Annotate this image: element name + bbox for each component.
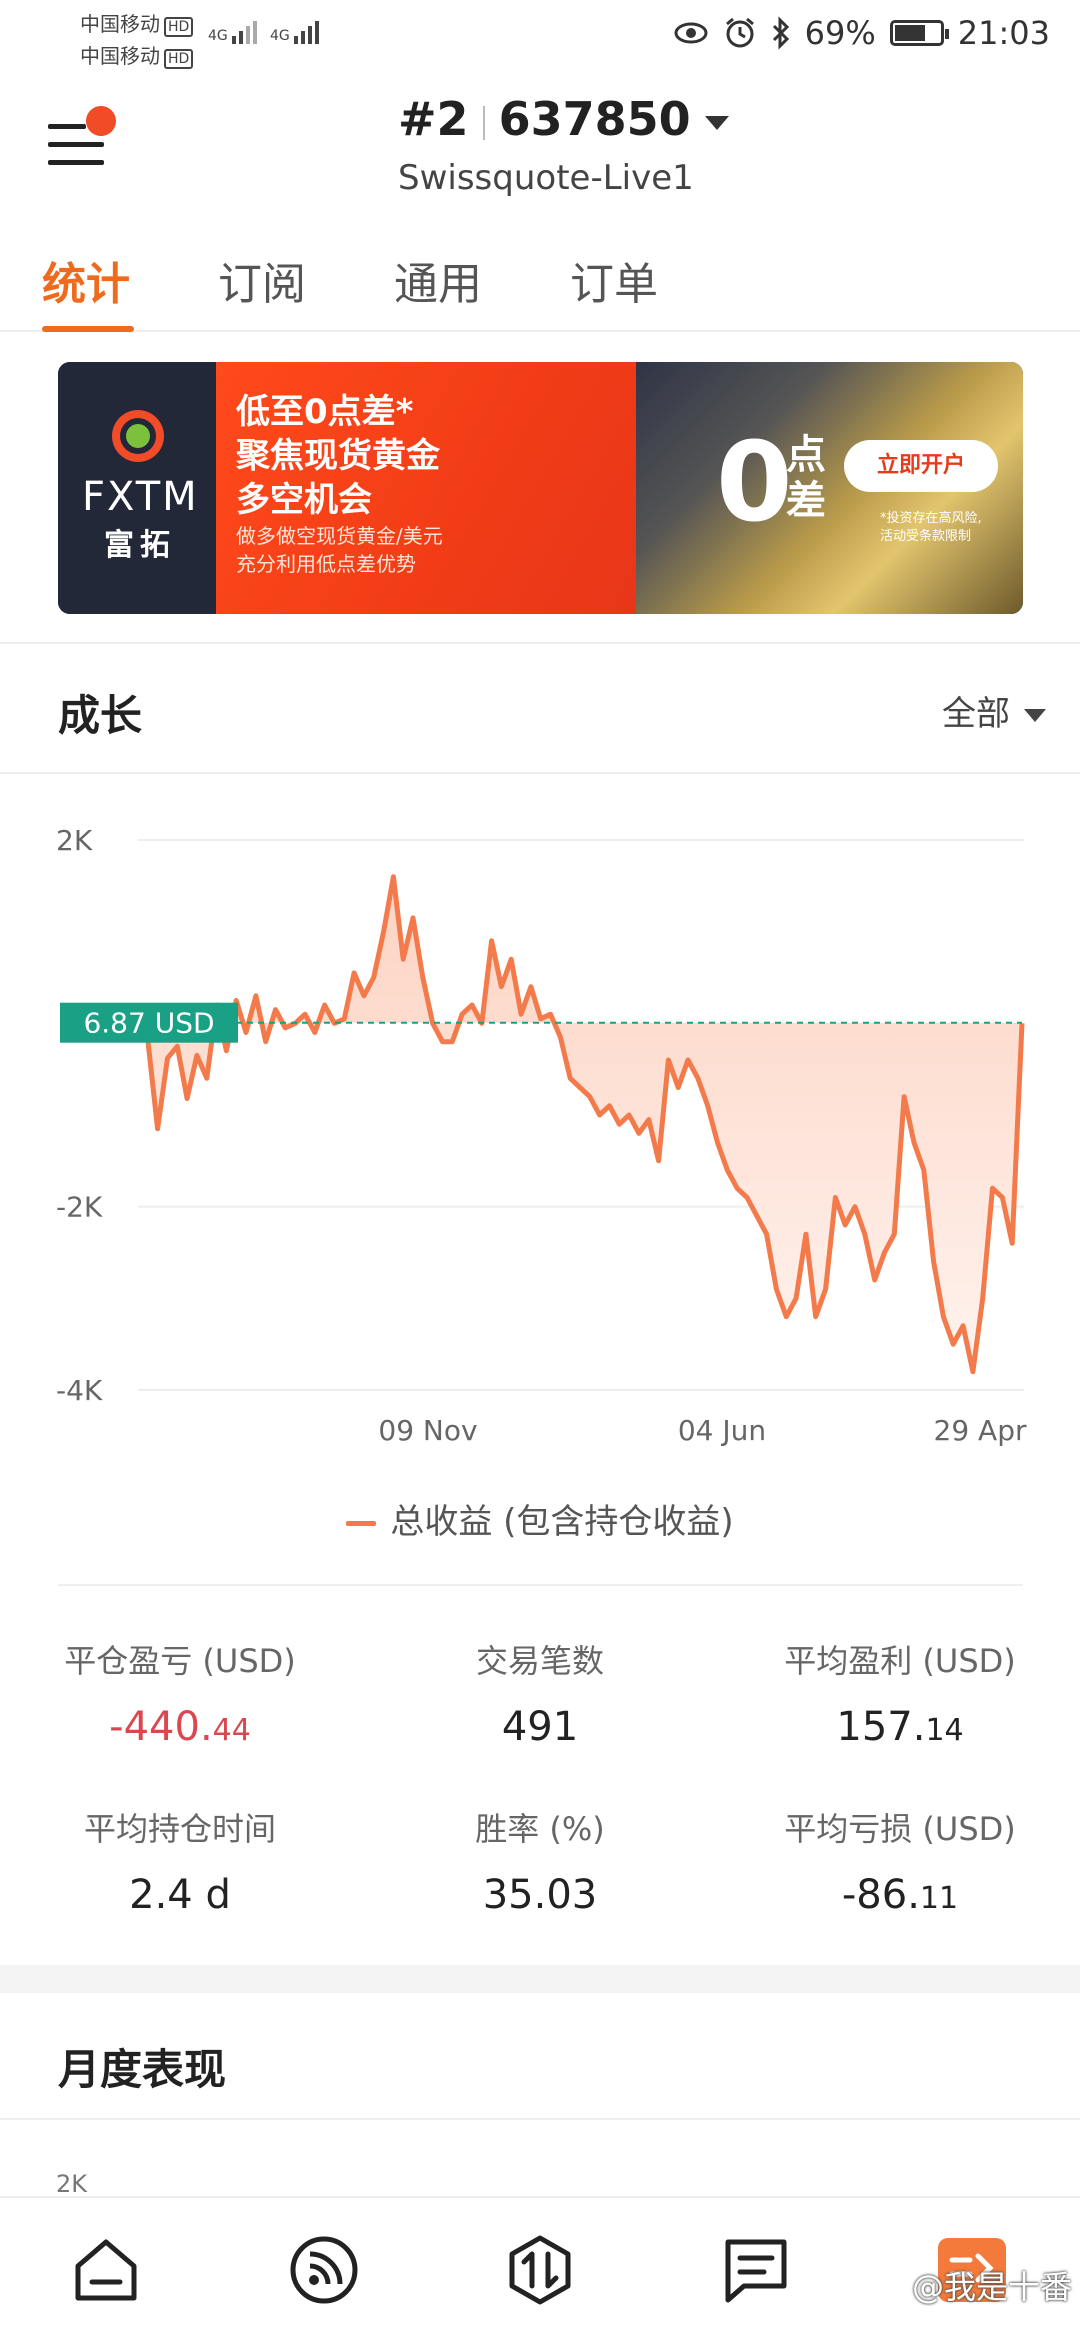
tab-bar: 统计 订阅 通用 订单: [0, 240, 1080, 332]
active-tab-indicator: [42, 326, 134, 332]
brand-name-cn: 富拓: [104, 528, 176, 563]
x-tick-label: 04 Jun: [678, 1414, 766, 1447]
y-tick-label: -2K: [56, 1191, 103, 1224]
news-icon: [725, 2239, 787, 2303]
stat-label: 交易笔数: [475, 1642, 604, 1680]
fxtm-logo-icon: [112, 410, 164, 462]
tab-subscribe[interactable]: 订阅: [218, 248, 306, 312]
bottom-nav: @我是十番: [0, 2196, 1080, 2340]
hd-badge: HD: [164, 49, 194, 69]
status-bar: 中国移动 HD 中国移动 HD 4G 4G 69% 21:03: [0, 0, 1080, 70]
hd-badge: HD: [164, 17, 194, 37]
growth-title: 成长: [58, 691, 143, 740]
battery-icon: [889, 20, 949, 46]
notification-dot: [86, 106, 116, 136]
stat-item: 胜率 (%) 35.03: [360, 1804, 720, 1918]
bluetooth-icon: [772, 16, 789, 50]
legend-swatch: [346, 1521, 377, 1526]
growth-chart: 2K -2K -4K 09 Nov 04 Jun 29 Apr 6.87 USD: [56, 824, 1027, 1447]
current-value-label: 6.87 USD: [83, 1007, 214, 1040]
chevron-down-icon: [704, 115, 729, 130]
stat-item: 平均亏损 (USD) -86.11: [720, 1804, 1080, 1918]
carrier-1: 中国移动 HD: [80, 8, 194, 37]
x-tick-label: 29 Apr: [934, 1414, 1027, 1447]
period-filter[interactable]: 全部: [942, 686, 1046, 735]
stat-label: 平均持仓时间: [83, 1810, 276, 1848]
banner-sub-2: 充分利用低点差优势: [236, 552, 416, 576]
stat-value: -86.11: [841, 1872, 959, 1918]
alarm-icon: [725, 17, 754, 48]
account-index: #2: [398, 92, 469, 146]
stat-label: 平均亏损 (USD): [784, 1810, 1016, 1848]
menu-button[interactable]: [48, 106, 118, 182]
network-1: 4G: [208, 18, 262, 44]
brand-name: FXTM: [82, 474, 199, 520]
stat-item: 平均盈利 (USD) 157.14: [720, 1636, 1080, 1750]
signal-icon: [294, 21, 320, 44]
y-tick-label: 2K: [56, 824, 93, 857]
stat-label: 平均盈利 (USD): [784, 1642, 1016, 1680]
nav-news[interactable]: [720, 2234, 792, 2306]
stat-value: 2.4 d: [129, 1872, 231, 1918]
risk-disclaimer: *投资存在高风险, 活动受条款限制: [880, 511, 982, 544]
nav-signals[interactable]: [288, 2234, 360, 2306]
stat-item: 交易笔数 491: [360, 1636, 720, 1750]
monthly-axis-label: 2K: [56, 2170, 88, 2198]
tab-general[interactable]: 通用: [394, 248, 482, 312]
eye-icon: [674, 22, 708, 44]
trade-icon: [509, 2235, 571, 2305]
watermark: @我是十番: [911, 2268, 1072, 2306]
signal-icon: [232, 21, 258, 44]
stat-item: 平均持仓时间 2.4 d: [0, 1804, 360, 1918]
nav-home[interactable]: [70, 2234, 142, 2306]
banner-zero-suffix: 点 差: [786, 432, 826, 524]
menu-icon: [48, 124, 86, 129]
x-tick-label: 09 Nov: [378, 1414, 477, 1447]
stat-label: 胜率 (%): [475, 1810, 605, 1848]
banner-zero: 0: [716, 418, 793, 546]
tab-statistics[interactable]: 统计: [42, 248, 130, 312]
banner-headline-2: 聚焦现货黄金: [236, 436, 440, 476]
clock: 21:03: [957, 14, 1050, 52]
stat-value: 35.03: [482, 1872, 598, 1918]
stat-item: 平仓盈亏 (USD) -440.44: [0, 1636, 360, 1750]
status-right: 69% 21:03: [673, 14, 1050, 52]
chevron-down-icon: [1024, 709, 1046, 722]
banner-sub-1: 做多做空现货黄金/美元: [236, 524, 443, 548]
signals-icon: [290, 2236, 358, 2304]
series-area: [138, 876, 1022, 1372]
app-header: #2 637850 Swissquote-Live1: [0, 76, 1080, 206]
y-tick-label: -4K: [56, 1374, 103, 1407]
carrier-2: 中国移动 HD: [80, 40, 194, 69]
promo-banner[interactable]: FXTM 富拓 低至0点差* 聚焦现货黄金 多空机会 做多做空现货黄金/美元 充…: [58, 362, 1023, 614]
account-number: 637850: [498, 92, 691, 146]
account-selector[interactable]: #2 637850: [398, 92, 729, 146]
nav-trade[interactable]: [504, 2234, 576, 2306]
stat-value: -440.44: [109, 1704, 251, 1750]
banner-headline-1: 低至0点差*: [236, 392, 414, 432]
chart-legend: 总收益 (包含持仓收益): [0, 1494, 1080, 1543]
network-2: 4G: [270, 18, 324, 44]
battery-percent: 69%: [804, 14, 876, 52]
open-account-button[interactable]: 立即开户: [844, 440, 998, 492]
tab-orders[interactable]: 订单: [570, 248, 658, 312]
home-icon: [75, 2239, 137, 2301]
stat-value: 491: [501, 1704, 579, 1750]
stat-value: 157.14: [836, 1704, 964, 1750]
banner-headline-3: 多空机会: [236, 480, 372, 520]
monthly-title: 月度表现: [58, 2045, 227, 2094]
server-name: Swissquote-Live1: [398, 158, 694, 198]
stat-label: 平仓盈亏 (USD): [64, 1642, 296, 1680]
